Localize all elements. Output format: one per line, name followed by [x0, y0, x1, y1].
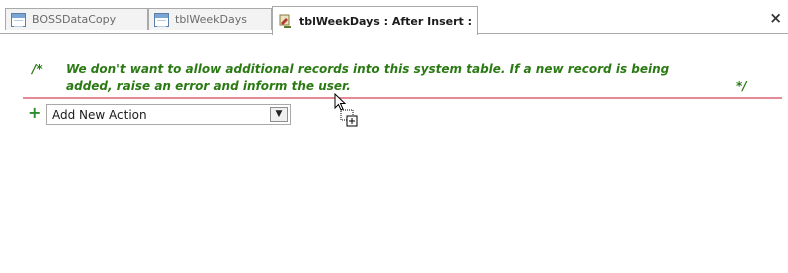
comment-text: We don't want to allow additional record… [66, 62, 670, 93]
form-icon [11, 12, 26, 27]
tab-label: BOSSDataCopy [32, 13, 117, 26]
add-new-action-dropdown[interactable]: Add New Action ▼ [46, 104, 291, 125]
tab-label: tblWeekDays [175, 13, 247, 26]
macro-icon [278, 14, 293, 28]
chevron-down-icon[interactable]: ▼ [270, 107, 288, 122]
close-icon[interactable]: × [769, 11, 782, 26]
tab-tblweekdays-after-insert[interactable]: tblWeekDays : After Insert : [272, 6, 478, 35]
drop-target-line [23, 97, 782, 99]
drag-copy-cursor-icon [334, 92, 360, 133]
tab-tblweekdays[interactable]: tblWeekDays [148, 8, 272, 30]
table-icon [154, 12, 169, 27]
add-new-action-value: Add New Action [52, 108, 147, 122]
comment-close-marker: */ [736, 79, 747, 93]
add-action-plus-icon[interactable]: + [28, 105, 41, 121]
document-tab-strip: BOSSDataCopy tblWeekDays tblWeekDays : A… [0, 0, 788, 35]
tab-bossdatacopy[interactable]: BOSSDataCopy [5, 8, 148, 30]
comment-open-marker: /* [32, 62, 43, 76]
tab-label: tblWeekDays : After Insert : [299, 14, 472, 28]
